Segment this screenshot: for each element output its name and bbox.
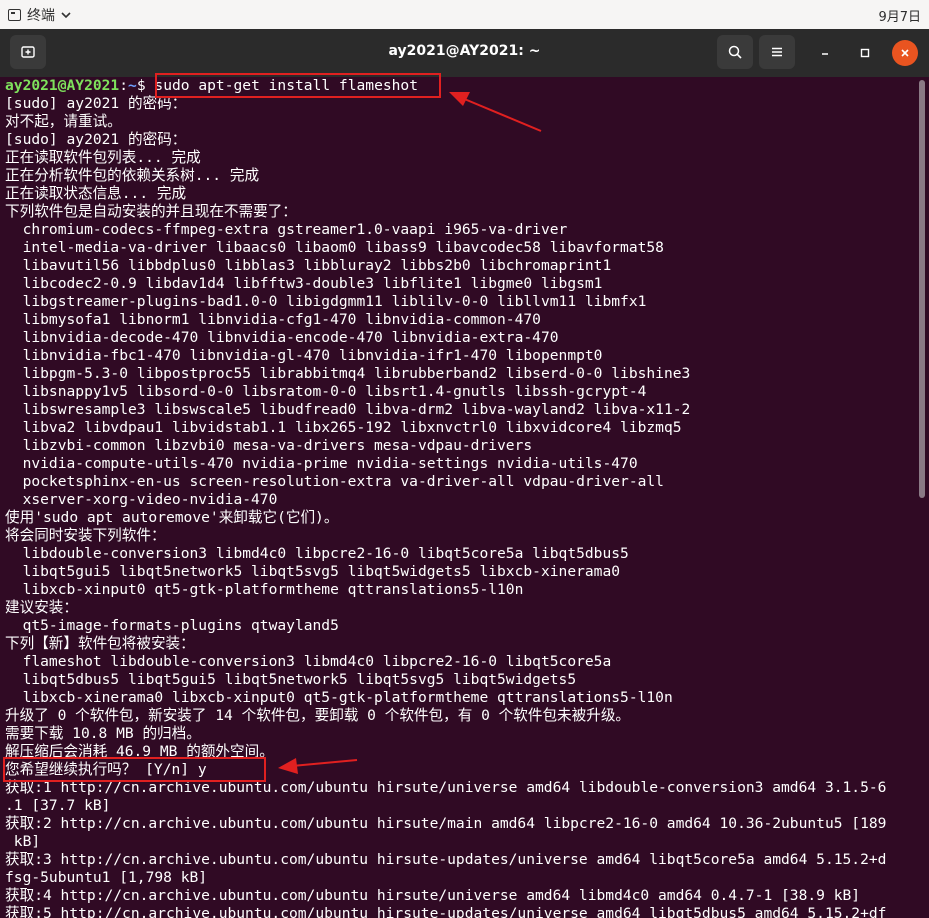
arrow-to-confirm — [278, 758, 358, 774]
arrow-to-command — [449, 92, 542, 132]
annotation-layer — [278, 92, 542, 774]
